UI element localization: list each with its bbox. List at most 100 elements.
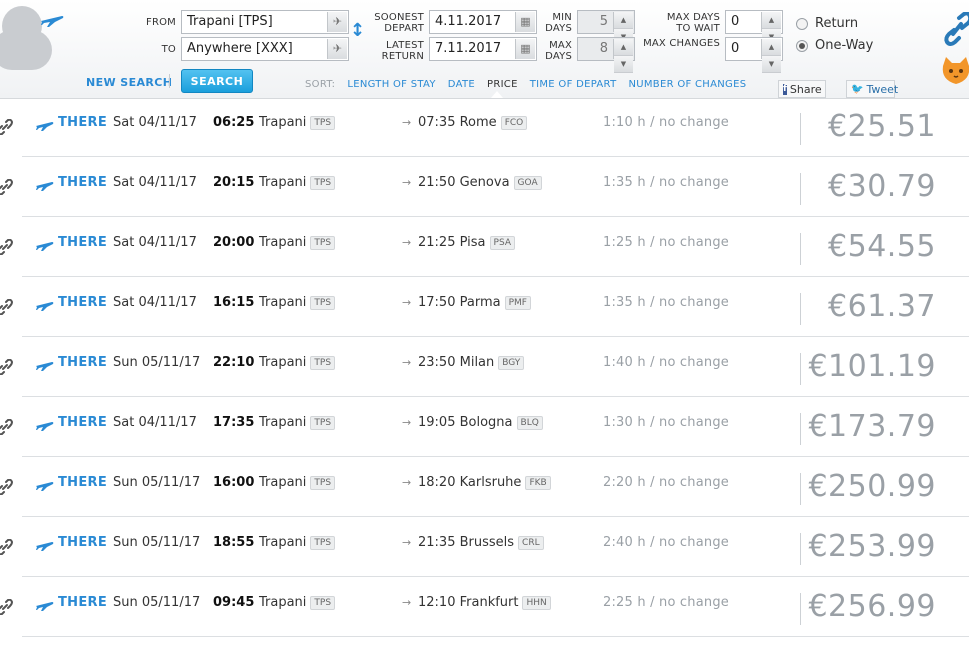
duration-changes: 1:10 h / no change [603,115,729,130]
arrival-time: 23:50 [418,355,456,370]
departure-time: 16:00 [213,475,255,490]
max-days-stepper[interactable]: 8 ▲ ▼ [577,37,635,73]
result-row[interactable]: THERE Sun 05/11/17 09:45 Trapani TPS → 12… [0,577,969,637]
direction-label: THERE [58,355,108,370]
flight-date: Sun 05/11/17 [113,355,201,370]
max-changes-spinner[interactable]: ▲ ▼ [761,39,781,73]
departure-city-name: Trapani [259,295,307,310]
sort-date[interactable]: DATE [448,79,475,90]
down-arrow-icon[interactable]: ▼ [614,56,633,73]
sort-length-of-stay[interactable]: LENGTH OF STAY [347,79,435,90]
arrival-city: Bologna [459,415,513,430]
calendar-icon[interactable]: ▦ [515,12,535,32]
link-icon[interactable] [0,479,13,495]
radio-return[interactable]: Return [796,16,858,31]
link-icon[interactable] [0,179,13,195]
arrival-airport-code: FCO [500,116,528,130]
to-value: Anywhere [XXX] [187,41,293,56]
up-arrow-icon[interactable]: ▲ [614,12,633,29]
price[interactable]: €173.79 [808,409,936,444]
max-days-label-line2: DAYS [545,51,572,62]
soonest-depart-input[interactable]: 4.11.2017 ▦ [429,10,537,34]
radio-one-way[interactable]: One-Way [796,38,873,53]
min-days-spinner[interactable]: ▲▼ [613,12,633,46]
arrival-plane-icon[interactable]: ✈ [327,39,347,59]
arrival-airport-code: CRL [518,536,544,550]
to-input[interactable]: Anywhere [XXX] ✈ [181,37,349,61]
max-changes-stepper[interactable]: 0 ▲ ▼ [725,37,783,73]
facebook-share-button[interactable]: f Share [778,80,826,98]
from-value: Trapani [TPS] [187,14,273,29]
flight-date: Sun 05/11/17 [113,535,201,550]
duration-changes: 1:35 h / no change [603,175,729,190]
radio-return-circle[interactable] [796,17,808,30]
price[interactable]: €25.51 [828,109,936,144]
link-icon[interactable] [0,359,13,375]
latest-return-input[interactable]: 7.11.2017 ▦ [429,37,537,61]
price[interactable]: €101.19 [808,349,936,384]
result-row[interactable]: THERE Sun 05/11/17 22:10 Trapani TPS → 23… [0,337,969,397]
result-row[interactable]: THERE Sat 04/11/17 20:15 Trapani TPS → 21… [0,157,969,217]
arrow-right-icon: → [402,116,412,129]
price[interactable]: €61.37 [828,289,936,324]
link-icon[interactable] [0,599,13,615]
sort-number-of-changes[interactable]: NUMBER OF CHANGES [628,79,746,90]
departure-time: 09:45 [213,595,255,610]
departure-city-name: Trapani [259,175,307,190]
max-wait-spinner[interactable]: ▲▼ [761,12,781,46]
result-row[interactable]: THERE Sat 04/11/17 20:00 Trapani TPS → 21… [0,217,969,277]
from-input[interactable]: Trapani [TPS] ✈ [181,10,349,34]
radio-one-way-circle[interactable] [796,39,808,52]
plane-icon [36,242,54,251]
swap-arrows-icon[interactable]: ↕ [350,22,365,40]
price[interactable]: €250.99 [808,469,936,504]
max-days-wait-stepper[interactable]: 0 ▲▼ [725,10,783,46]
flight-date: Sun 05/11/17 [113,475,201,490]
permalink-icon[interactable] [942,12,969,46]
tweet-button[interactable]: 🐦 Tweet [846,80,898,98]
max-days-spinner[interactable]: ▲ ▼ [613,39,633,73]
new-search-link[interactable]: NEW SEARCH [86,76,172,89]
arrival-time: 19:05 [418,415,456,430]
cat-mascot-icon[interactable] [940,56,969,86]
sort-time-of-depart[interactable]: TIME OF DEPART [530,79,617,90]
result-row[interactable]: THERE Sat 04/11/17 17:35 Trapani TPS → 19… [0,397,969,457]
arrival-airport-code: BLQ [516,416,543,430]
soonest-label-line1: SOONEST [374,12,424,23]
search-button[interactable]: SEARCH [181,69,253,93]
price[interactable]: €256.99 [808,589,936,624]
duration-changes: 1:30 h / no change [603,415,729,430]
sort-price[interactable]: PRICE [487,79,518,90]
result-row[interactable]: THERE Sun 05/11/17 18:55 Trapani TPS → 21… [0,517,969,577]
flight-date: Sun 05/11/17 [113,595,201,610]
price[interactable]: €54.55 [828,229,936,264]
result-row[interactable]: THERE Sun 05/11/17 16:00 Trapani TPS → 18… [0,457,969,517]
up-arrow-icon[interactable]: ▲ [614,39,633,56]
price[interactable]: €30.79 [828,169,936,204]
departure-airport-code: TPS [310,176,336,190]
departure-airport-code: TPS [310,236,336,250]
flight-date: Sat 04/11/17 [113,175,197,190]
link-icon[interactable] [0,539,13,555]
calendar-icon[interactable]: ▦ [515,39,535,59]
price[interactable]: €253.99 [808,529,936,564]
link-icon[interactable] [0,239,13,255]
arrival-city: Frankfurt [459,595,519,610]
latest-label-line2: RETURN [381,51,424,62]
departure-plane-icon[interactable]: ✈ [327,12,347,32]
result-row[interactable]: THERE Sat 04/11/17 06:25 Trapani TPS → 07… [0,97,969,157]
arrival-city: Karlsruhe [459,475,522,490]
link-icon[interactable] [0,119,13,135]
arrow-right-icon: → [402,476,412,489]
price-divider [800,113,801,145]
departure-time: 20:00 [213,235,255,250]
up-arrow-icon[interactable]: ▲ [762,12,781,29]
result-row[interactable]: THERE Sat 04/11/17 16:15 Trapani TPS → 17… [0,277,969,337]
down-arrow-icon[interactable]: ▼ [762,56,781,73]
min-days-stepper[interactable]: 5 ▲▼ [577,10,635,46]
direction-label: THERE [58,535,108,550]
link-icon[interactable] [0,299,13,315]
up-arrow-icon[interactable]: ▲ [762,39,781,56]
arrival-airport-code: PSA [489,236,515,250]
link-icon[interactable] [0,419,13,435]
